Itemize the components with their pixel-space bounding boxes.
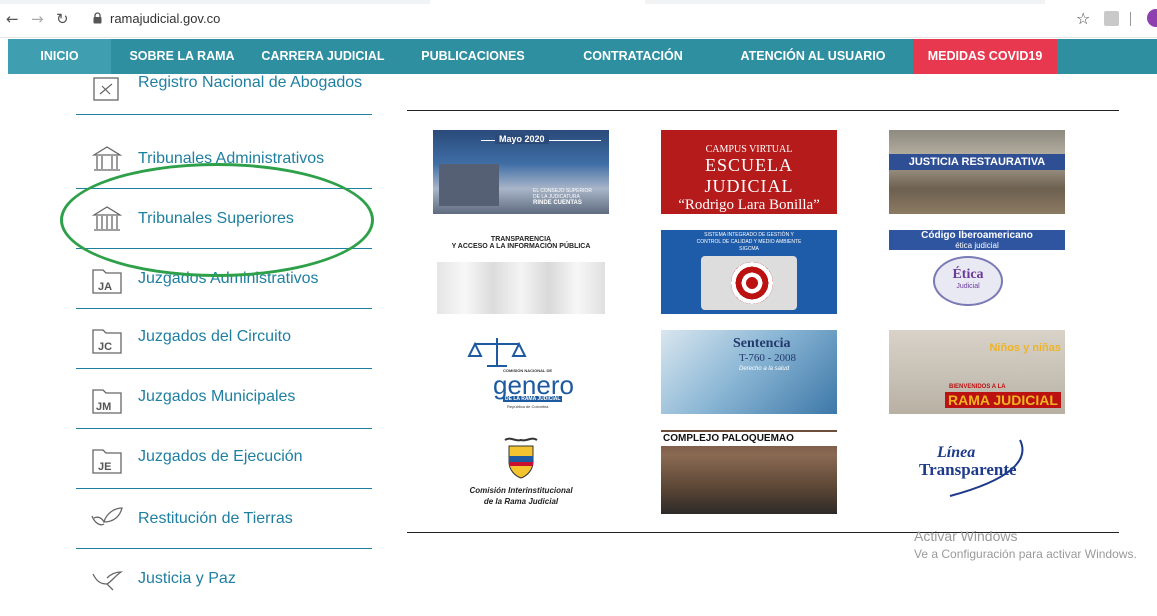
tile-transparencia[interactable]: TRANSPARENCIA Y ACCESO A LA INFORMACIÓN … [433,230,609,314]
divider [76,308,372,309]
tile-ninos-y-ninas[interactable]: Niños y niñas BIENVENIDOS A LA RAMA JUDI… [889,330,1065,414]
etica-badge: Ética Judicial [933,256,1003,306]
address-bar[interactable]: ramajudicial.gov.co [110,11,220,26]
courthouse-icon [91,146,123,171]
extension-icon[interactable] [1104,11,1119,26]
dove-icon [92,571,124,591]
sidebar-item-registro-nacional[interactable]: Registro Nacional de Abogados [76,66,372,126]
tile-line4: República de Colombia [507,404,549,409]
sidebar-item-juzgados-de-ejecucion[interactable]: JE Juzgados de Ejecución [76,436,372,496]
tile-line2: T-760 - 2008 [739,352,797,364]
highlight-circle-annotation [60,163,374,277]
tile-comision-interinstitucional[interactable]: Comisión Interinstitucional de la Rama J… [433,430,609,514]
forward-icon[interactable]: → [31,10,44,28]
target-image [701,256,797,310]
tile-sub3: RINDE CUENTAS [533,200,582,206]
tile-title: JUSTICIA RESTAURATIVA [889,154,1065,170]
badge-line2: Judicial [956,283,980,290]
profile-avatar-icon[interactable] [1147,9,1157,27]
tile-line2: ética judicial [955,241,999,250]
nav-item-atencion-al-usuario[interactable]: ATENCIÓN AL USUARIO [713,39,913,74]
tile-line3: SIGCMA [739,246,759,252]
sidebar-item-restitucion-de-tierras[interactable]: Restitución de Tierras [76,496,372,556]
divider [76,548,372,549]
registry-icon [93,77,119,101]
building-image [439,164,499,206]
activate-windows-subtitle: Ve a Configuración para activar Windows. [914,547,1137,561]
tile-line1: TRANSPARENCIA [490,236,552,243]
tile-title: Mayo 2020 [495,134,549,144]
bookmark-star-icon[interactable]: ☆ [1076,9,1090,28]
nav-item-contratacion[interactable]: CONTRATACIÓN [553,39,713,74]
tile-line1: SISTEMA INTEGRADO DE GESTIÓN Y [704,232,794,238]
tile-line2: Y ACCESO A LA INFORMACIÓN PÚBLICA [451,243,591,250]
tile-line1: CAMPUS VIRTUAL [705,144,793,155]
divider [76,488,372,489]
sidebar-item-label: Registro Nacional de Abogados [138,74,363,91]
tile-line1: Comisión Interinstitucional [469,486,573,495]
leaf-icon [91,507,123,526]
sidebar-item-justicia-y-paz[interactable]: Justicia y Paz [76,556,372,616]
divider [76,368,372,369]
tile-line3: DE LA RAMA JUDICIAL [503,396,563,402]
tile-complejo-paloquemao[interactable]: COMPLEJO PALOQUEMAO [661,430,837,514]
lock-icon [93,12,102,24]
tile-etica-judicial[interactable]: Código Iberoamericano ética judicial Éti… [889,230,1065,314]
sidebar-item-label: Justicia y Paz [138,570,236,587]
folder-icon: JA [92,269,122,294]
divider [76,428,372,429]
tile-linea-transparente[interactable]: Línea Transparente [889,430,1065,514]
swoosh-icon [949,439,1024,497]
svg-text:JC: JC [98,341,112,353]
doors-image [437,262,605,314]
tab-strip-right [645,0,1045,4]
sidebar-item-label: Juzgados Municipales [138,388,296,405]
reload-icon[interactable]: ↻ [56,10,69,28]
tile-escuela-judicial[interactable]: CAMPUS VIRTUAL ESCUELA JUDICIAL “Rodrigo… [661,130,837,214]
tile-sentencia[interactable]: Sentencia T-760 - 2008 Derecho a la salu… [661,330,837,414]
tile-line3: RAMA JUDICIAL [945,392,1061,408]
svg-text:JE: JE [98,461,111,473]
divider [76,114,372,115]
tile-line1: Código Iberoamericano [921,230,1033,241]
folder-icon: JC [92,329,122,354]
badge-line1: Ética [952,267,984,282]
nav-item-medidas-covid19[interactable]: MEDIDAS COVID19 [913,39,1057,74]
tile-line2: BIENVENIDOS A LA [949,384,1006,390]
sidebar-item-label: Restitución de Tierras [138,510,293,527]
tab-strip-left [0,0,430,4]
target-icon [731,262,773,304]
sidebar-item-label: Juzgados de Ejecución [138,448,303,465]
tile-line2: de la Rama Judicial [483,497,559,506]
tile-title: COMPLEJO PALOQUEMAO [661,432,837,446]
browser-toolbar: ← → ↻ ramajudicial.gov.co ☆ [0,0,1157,38]
sidebar-item-juzgados-del-circuito[interactable]: JC Juzgados del Circuito [76,316,372,376]
toolbar-divider [1130,12,1131,26]
svg-text:JM: JM [96,401,111,413]
tile-line2: CONTROL DE CALIDAD Y MEDIO AMBIENTE [696,239,802,245]
activate-windows-title: Activar Windows [914,528,1018,544]
coat-of-arms-icon [504,437,538,479]
tile-sigcma[interactable]: SISTEMA INTEGRADO DE GESTIÓN Y CONTROL D… [661,230,837,314]
svg-text:JA: JA [98,281,112,293]
tile-line2: ESCUELA JUDICIAL [704,155,794,196]
scales-icon [467,338,527,367]
folder-icon: JE [92,449,122,474]
tile-justicia-restaurativa[interactable]: JUSTICIA RESTAURATIVA [889,130,1065,214]
tile-line3: Derecho a la salud [739,366,790,372]
sidebar-item-label: Juzgados del Circuito [138,328,291,345]
folder-icon: JM [92,389,122,414]
sidebar-item-juzgados-municipales[interactable]: JM Juzgados Municipales [76,376,372,436]
nav-item-publicaciones[interactable]: PUBLICACIONES [393,39,553,74]
tile-mayo-2020[interactable]: Mayo 2020 EL CONSEJO SUPERIOR DE LA JUDI… [433,130,609,214]
tile-line3: “Rodrigo Lara Bonilla” [678,197,820,213]
tile-line1: Sentencia [733,336,791,351]
tile-line1: Niños y niñas [989,342,1061,354]
back-icon[interactable]: ← [6,10,19,28]
tile-genero[interactable]: COMISIÓN NACIONAL DE genero DE LA RAMA J… [433,330,609,414]
grid-top-rule [407,110,1119,111]
